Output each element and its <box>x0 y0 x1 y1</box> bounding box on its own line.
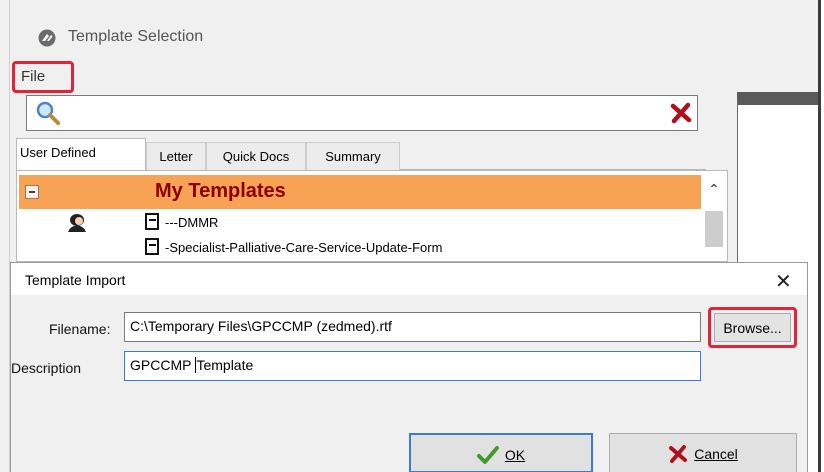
description-field[interactable]: GPCCMP Template <box>124 351 701 381</box>
cancel-x-icon <box>669 445 688 463</box>
app-logo-icon <box>38 29 56 47</box>
document-icon <box>145 238 159 255</box>
description-label: Description <box>11 360 82 376</box>
template-list-item[interactable]: -Specialist-Palliative-Care-Service-Upda… <box>145 238 442 255</box>
tab-quick-docs[interactable]: Quick Docs <box>206 142 306 170</box>
template-selection-titlebar: Template Selection <box>10 0 818 58</box>
search-icon[interactable] <box>35 100 61 126</box>
browse-button[interactable]: Browse... <box>708 307 797 348</box>
template-import-dialog: Template Import ✕ Filename: C:\Temporary… <box>10 262 808 472</box>
background-window-edge <box>0 0 10 472</box>
document-icon <box>145 213 159 230</box>
checkmark-icon <box>476 446 499 464</box>
collapse-icon[interactable] <box>25 185 39 199</box>
file-menu[interactable]: File <box>12 61 74 93</box>
ok-button[interactable]: OK <box>409 433 593 472</box>
user-icon <box>68 214 86 232</box>
tab-user-defined[interactable]: User Defined <box>16 138 146 171</box>
template-tabs: User Defined Letter Quick Docs Summary <box>16 138 706 171</box>
template-search-box[interactable] <box>26 95 698 131</box>
dialog-title: Template Import <box>25 272 126 288</box>
browse-button-label: Browse... <box>714 313 791 342</box>
filename-field[interactable]: C:\Temporary Files\GPCCMP (zedmed).rtf <box>124 312 701 342</box>
cancel-button[interactable]: Cancel <box>609 433 797 472</box>
template-list: My Templates ⌃ ---DMMR -Specialist-Palli… <box>16 170 728 262</box>
window-title: Template Selection <box>68 28 204 45</box>
template-group-header[interactable]: My Templates <box>19 175 701 209</box>
clear-search-icon[interactable] <box>669 101 693 125</box>
scrollbar-thumb[interactable] <box>705 211 723 247</box>
tab-summary[interactable]: Summary <box>306 142 400 170</box>
close-icon[interactable]: ✕ <box>775 269 792 294</box>
menu-bar: File <box>10 58 818 93</box>
dialog-titlebar: Template Import ✕ <box>11 263 807 295</box>
group-title: My Templates <box>155 180 286 202</box>
filename-label: Filename: <box>49 321 111 337</box>
template-list-item[interactable]: ---DMMR <box>145 213 218 230</box>
scroll-up-arrow-icon[interactable]: ⌃ <box>703 175 725 209</box>
tab-letter[interactable]: Letter <box>146 142 206 170</box>
